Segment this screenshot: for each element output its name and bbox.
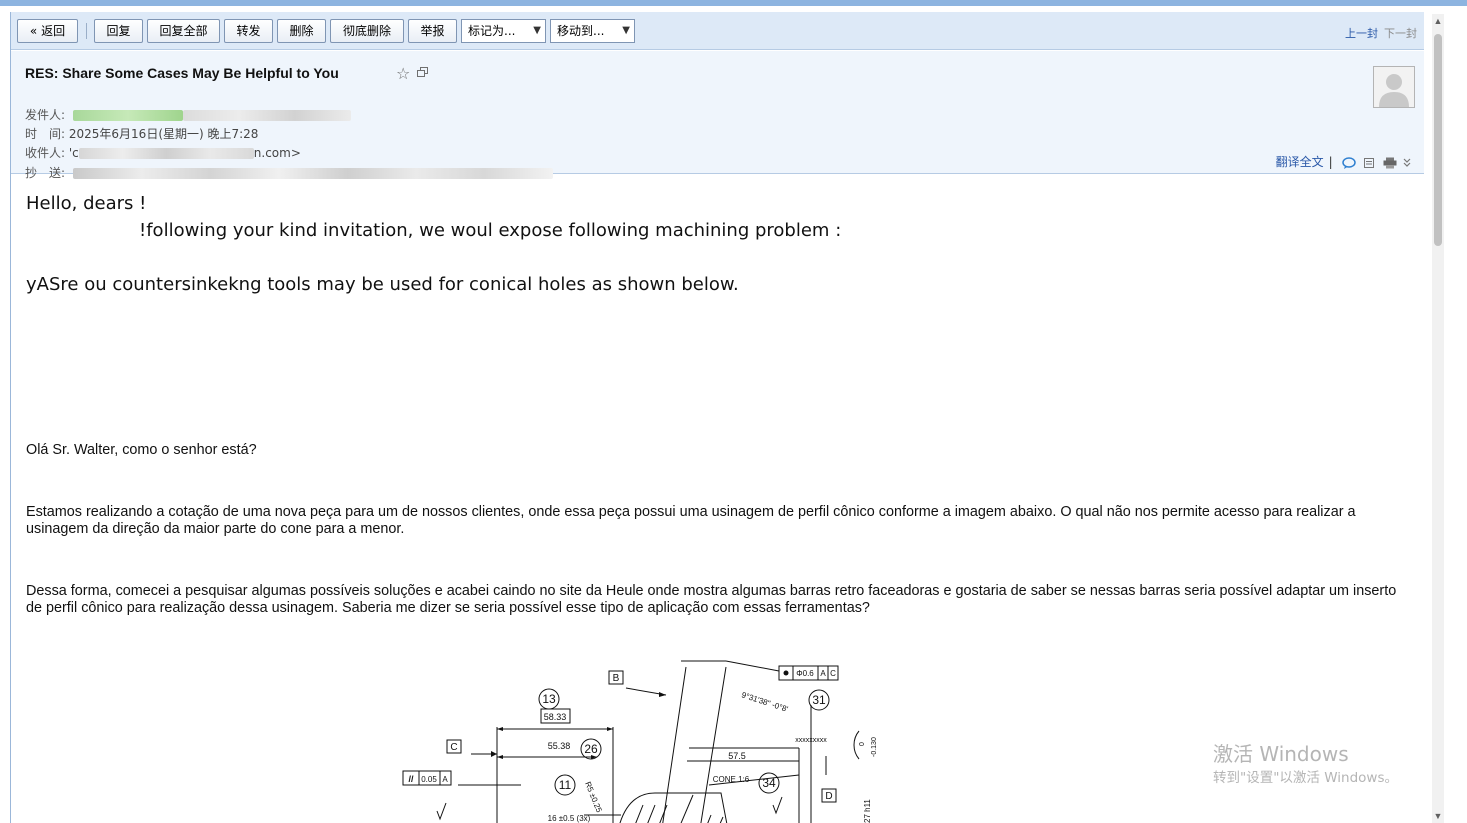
back-button[interactable]: « 返回 bbox=[17, 19, 78, 43]
dim-55-38: 55.38 bbox=[548, 741, 571, 751]
star-icon[interactable]: ☆ bbox=[396, 64, 410, 84]
technical-drawing-image: 13 26 11 31 34 B C D 58.33 55.38 57.5 16… bbox=[402, 660, 878, 823]
message-nav: 上一封 下一封 bbox=[1345, 25, 1417, 41]
from-row: 发件人: bbox=[25, 106, 351, 123]
to-label: 收件人: bbox=[25, 146, 66, 160]
gdt-position-datum-a: A bbox=[820, 669, 826, 678]
dim-tol-upper: 0 bbox=[859, 742, 866, 746]
dim-27-h11: 27 h11 bbox=[863, 799, 872, 823]
balloon-31: 31 bbox=[812, 693, 826, 707]
default-avatar-icon bbox=[1379, 74, 1409, 107]
toolbar-separator bbox=[86, 23, 87, 39]
delete-button[interactable]: 删除 bbox=[277, 19, 326, 43]
chat-bubble-icon[interactable] bbox=[1341, 156, 1356, 169]
windows-activation-title: 激活 Windows bbox=[1213, 742, 1349, 766]
body-greeting: Hello, dears ! bbox=[26, 193, 147, 214]
balloon-34: 34 bbox=[762, 776, 776, 790]
gdt-parallelism-datum: A bbox=[442, 775, 448, 784]
mail-read-frame: « 返回 回复 回复全部 转发 删除 彻底删除 举报 标记为... ▼ 移动到.… bbox=[10, 12, 1424, 823]
reply-button[interactable]: 回复 bbox=[94, 19, 143, 43]
sender-avatar bbox=[1373, 66, 1415, 108]
delete-forever-button[interactable]: 彻底删除 bbox=[330, 19, 404, 43]
redacted-recipient bbox=[78, 148, 254, 159]
scroll-thumb[interactable] bbox=[1434, 34, 1442, 246]
windows-activation-hint: 转到"设置"以激活 Windows。 bbox=[1213, 770, 1398, 786]
double-chevron-down-icon[interactable] bbox=[1403, 158, 1411, 168]
header-tools: 翻译全文 | bbox=[1276, 153, 1411, 170]
move-to-select[interactable]: 移动到... ▼ bbox=[550, 19, 635, 43]
gdt-position-value: Φ0.6 bbox=[796, 669, 814, 678]
window-top-strip bbox=[0, 0, 1467, 6]
popout-window-icon[interactable] bbox=[417, 67, 428, 77]
prev-message-link[interactable]: 上一封 bbox=[1345, 27, 1378, 40]
mark-as-label: 标记为... bbox=[468, 24, 516, 38]
datum-c: C bbox=[450, 742, 457, 753]
dim-58-33: 58.33 bbox=[544, 712, 567, 722]
datum-b: B bbox=[613, 673, 620, 684]
scroll-down-arrow-icon[interactable]: ▼ bbox=[1432, 811, 1444, 823]
redacted-sender-address bbox=[182, 110, 351, 121]
tools-divider: | bbox=[1328, 155, 1333, 169]
to-prefix: 'c bbox=[68, 146, 79, 160]
balloon-11: 11 bbox=[559, 778, 572, 792]
body-paragraph-3: Dessa forma, comecei a pesquisar algumas… bbox=[26, 583, 1397, 616]
mark-as-select[interactable]: 标记为... ▼ bbox=[461, 19, 546, 43]
body-line-2: !following your kind invitation, we woul… bbox=[139, 220, 842, 241]
gdt-position-datum-c: C bbox=[830, 669, 836, 678]
dim-radius: R5 ±0.25 bbox=[583, 780, 604, 814]
dim-cone-ratio: CONE 1:6 bbox=[713, 775, 750, 784]
translate-link[interactable]: 翻译全文 bbox=[1276, 155, 1324, 169]
dim-57-5: 57.5 bbox=[728, 751, 746, 761]
balloon-26: 26 bbox=[584, 742, 598, 756]
dim-tol-lower: -0.130 bbox=[871, 737, 878, 757]
next-message-link[interactable]: 下一封 bbox=[1384, 27, 1417, 40]
chevron-down-icon: ▼ bbox=[622, 25, 630, 36]
forward-button[interactable]: 转发 bbox=[224, 19, 273, 43]
gdt-parallelism-value: 0.05 bbox=[421, 775, 437, 784]
reply-all-button[interactable]: 回复全部 bbox=[147, 19, 220, 43]
dim-16-tolerance: 16 ±0.5 (3x) bbox=[548, 814, 591, 823]
mail-subject: RES: Share Some Cases May Be Helpful to … bbox=[25, 65, 339, 81]
to-row: 收件人: 'c n.com> bbox=[25, 144, 301, 161]
to-suffix: n.com> bbox=[253, 146, 301, 160]
print-icon[interactable] bbox=[1383, 157, 1397, 169]
dim-angle: 9°31'38" -0°8' bbox=[740, 690, 789, 714]
body-paragraph-2: Estamos realizando a cotação de uma nova… bbox=[26, 504, 1356, 537]
mail-toolbar: « 返回 回复 回复全部 转发 删除 彻底删除 举报 标记为... ▼ 移动到.… bbox=[11, 12, 1424, 50]
vertical-scrollbar[interactable]: ▲ ▼ bbox=[1432, 14, 1444, 823]
report-button[interactable]: 举报 bbox=[408, 19, 457, 43]
document-icon[interactable] bbox=[1363, 157, 1375, 169]
balloon-13: 13 bbox=[542, 692, 556, 706]
dim-placeholder: xxxxxxxxx bbox=[795, 737, 827, 744]
mail-body: Hello, dears ! !following your kind invi… bbox=[11, 175, 1424, 823]
body-line-3: yASre ou countersinkekng tools may be us… bbox=[26, 274, 739, 295]
time-label: 时 间: bbox=[25, 127, 66, 141]
time-value: 2025年6月16日(星期一) 晚上7:28 bbox=[68, 127, 259, 141]
redacted-sender-name bbox=[72, 110, 183, 121]
mail-header: RES: Share Some Cases May Be Helpful to … bbox=[11, 51, 1424, 180]
time-row: 时 间: 2025年6月16日(星期一) 晚上7:28 bbox=[25, 125, 258, 142]
move-to-label: 移动到... bbox=[557, 24, 605, 38]
body-paragraph-1: Olá Sr. Walter, como o senhor está? bbox=[26, 442, 257, 458]
datum-d: D bbox=[825, 791, 832, 802]
chevron-down-icon: ▼ bbox=[533, 25, 541, 36]
gdt-parallelism-symbol: // bbox=[408, 774, 414, 784]
scroll-up-arrow-icon[interactable]: ▲ bbox=[1432, 16, 1444, 28]
from-label: 发件人: bbox=[25, 108, 66, 122]
